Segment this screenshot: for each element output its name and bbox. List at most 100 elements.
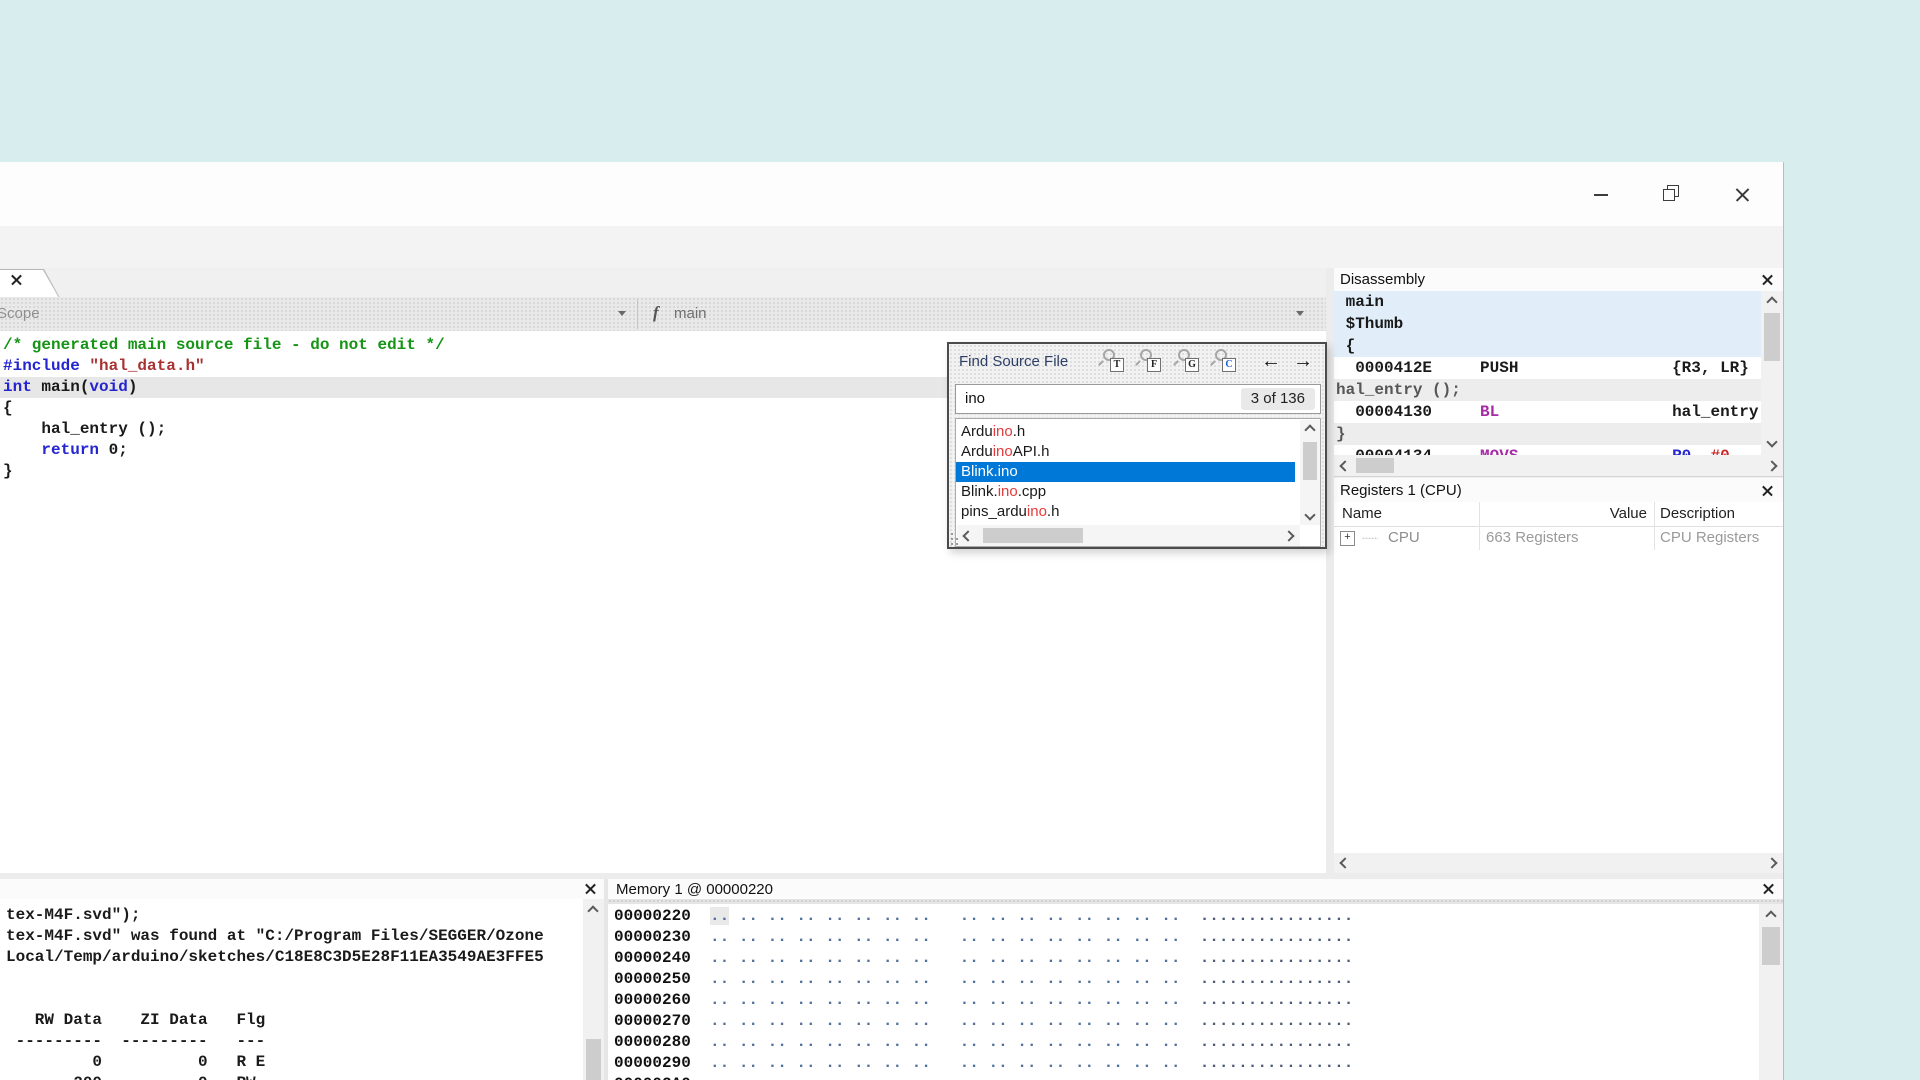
search-result-item[interactable]: Blink.ino (956, 462, 1295, 482)
close-window-button[interactable] (1727, 179, 1757, 209)
disassembly-line[interactable]: 0000412E PUSH {R3, LR} (1334, 357, 1761, 379)
scroll-down-icon[interactable] (1766, 436, 1777, 447)
search-result-item[interactable]: Blink.ino.cpp (956, 482, 1295, 502)
console-close-button[interactable] (585, 883, 596, 894)
next-match-button[interactable]: → (1293, 350, 1313, 372)
memory-row[interactable]: 00000270 .. .. .. .. .. .. .. .. .. .. .… (614, 1011, 1759, 1032)
search-file-button[interactable]: F (1137, 349, 1161, 373)
column-value[interactable]: Value (1479, 505, 1647, 522)
scroll-thumb[interactable] (1762, 927, 1780, 965)
scroll-down-icon[interactable] (1304, 509, 1315, 520)
console-line[interactable]: 0 0 R E (6, 1052, 583, 1073)
scroll-right-icon[interactable] (1766, 857, 1777, 868)
scope-bar: Scope f main (0, 297, 1326, 332)
disassembly-close-button[interactable] (1762, 274, 1773, 285)
results-hscrollbar[interactable] (957, 525, 1300, 546)
scroll-thumb[interactable] (1303, 442, 1317, 480)
previous-match-button[interactable]: ← (1261, 350, 1281, 372)
scroll-right-icon[interactable] (1766, 460, 1777, 471)
scope-dropdown-icon[interactable] (618, 311, 626, 316)
memory-row[interactable]: 00000220 .. .. .. .. .. .. .. .. .. .. .… (614, 906, 1759, 927)
register-value: 663 Registers (1486, 529, 1579, 546)
console-line[interactable]: tex-M4F.svd"); (6, 905, 583, 926)
memory-row[interactable]: 00000250 .. .. .. .. .. .. .. .. .. .. .… (614, 969, 1759, 990)
function-name: main (674, 305, 707, 322)
minimize-icon (1594, 194, 1608, 196)
register-name: CPU (1388, 529, 1420, 546)
memory-close-button[interactable] (1763, 883, 1774, 894)
results-vscrollbar[interactable] (1300, 420, 1320, 525)
vertical-splitter[interactable] (1326, 268, 1334, 873)
console-line[interactable]: --------- --------- --- (6, 1031, 583, 1052)
registers-row-cpu[interactable]: + CPU 663 Registers CPU Registers (1334, 526, 1783, 550)
column-name[interactable]: Name (1342, 505, 1382, 522)
function-dropdown-icon[interactable] (1296, 311, 1304, 316)
scroll-up-icon[interactable] (1765, 910, 1776, 921)
disassembly-line[interactable]: main (1334, 291, 1761, 313)
close-icon (1735, 187, 1750, 202)
scroll-thumb[interactable] (1356, 458, 1394, 473)
memory-row[interactable]: 00000240 .. .. .. .. .. .. .. .. .. .. .… (614, 948, 1759, 969)
search-result-item[interactable]: Arduino.h (956, 422, 1295, 442)
scroll-thumb[interactable] (586, 1039, 601, 1080)
console-vscrollbar[interactable] (583, 899, 604, 1080)
disassembly-line[interactable]: $Thumb (1334, 313, 1761, 335)
disassembly-vscrollbar[interactable] (1761, 291, 1783, 455)
registers-panel: Name Value Description + CPU 663 Registe… (1334, 502, 1783, 853)
register-description: CPU Registers (1660, 529, 1759, 546)
search-result-item[interactable]: ArduinoAPI.h (956, 442, 1295, 462)
console-line[interactable]: tex-M4F.svd" was found at "C:/Program Fi… (6, 926, 583, 947)
disassembly-line[interactable]: 00004134 MOVS R0, #0 (1334, 445, 1761, 455)
console-line[interactable]: RW Data ZI Data Flg (6, 1010, 583, 1031)
scroll-up-icon[interactable] (587, 905, 598, 916)
disassembly-panel[interactable]: main $Thumb { 0000412E PUSH {R3, LR}hal_… (1334, 291, 1783, 455)
scroll-right-icon[interactable] (1283, 530, 1294, 541)
search-input[interactable]: ino 3 of 136 (955, 384, 1321, 414)
scroll-left-icon[interactable] (1339, 460, 1350, 471)
disassembly-hscrollbar[interactable] (1334, 455, 1783, 477)
registers-close-button[interactable] (1762, 485, 1773, 496)
disassembly-title: Disassembly (1340, 271, 1425, 288)
scroll-thumb[interactable] (983, 528, 1083, 543)
memory-panel[interactable]: 00000220 .. .. .. .. .. .. .. .. .. .. .… (608, 904, 1759, 1080)
console-line[interactable] (6, 989, 583, 1010)
disassembly-line[interactable]: } (1334, 423, 1761, 445)
column-description[interactable]: Description (1660, 505, 1735, 522)
console-line[interactable]: Local/Temp/arduino/sketches/C18E8C3D5E28… (6, 947, 583, 968)
memory-row[interactable]: 00000290 .. .. .. .. .. .. .. .. .. .. .… (614, 1053, 1759, 1074)
function-icon: f (653, 303, 659, 323)
console-panel[interactable]: tex-M4F.svd");tex-M4F.svd" was found at … (0, 899, 583, 1080)
search-global-button[interactable]: G (1175, 349, 1199, 373)
restore-button[interactable] (1655, 179, 1685, 209)
resize-grip[interactable] (951, 533, 961, 547)
toolbar (0, 226, 1783, 269)
registers-hscrollbar[interactable] (1334, 853, 1783, 873)
minimize-button[interactable] (1586, 179, 1616, 209)
memory-row[interactable]: 00000280 .. .. .. .. .. .. .. .. .. .. .… (614, 1032, 1759, 1053)
find-source-file-dialog: Find Source File T F G C ← → ino 3 of 13… (947, 342, 1327, 549)
scroll-up-icon[interactable] (1766, 296, 1777, 307)
dialog-title: Find Source File (959, 353, 1068, 370)
console-line[interactable] (6, 968, 583, 989)
scroll-left-icon[interactable] (1339, 857, 1350, 868)
scope-label: Scope (0, 305, 40, 322)
search-code-button[interactable]: C (1212, 349, 1236, 373)
expand-icon[interactable]: + (1340, 531, 1355, 546)
memory-row[interactable]: 00000260 .. .. .. .. .. .. .. .. .. .. .… (614, 990, 1759, 1011)
search-type-button[interactable]: T (1100, 349, 1124, 373)
memory-vscrollbar[interactable] (1759, 904, 1783, 1080)
editor-tab-strip (0, 268, 1326, 298)
scroll-left-icon[interactable] (962, 530, 973, 541)
search-results-list[interactable]: Arduino.hArduinoAPI.hBlink.inoBlink.ino.… (955, 418, 1321, 547)
registers-column-header[interactable]: Name Value Description (1334, 502, 1783, 527)
search-result-item[interactable]: pins_arduino.h (956, 502, 1295, 522)
console-line[interactable]: 200 0 RW (6, 1073, 583, 1080)
scroll-up-icon[interactable] (1304, 424, 1315, 435)
memory-row[interactable]: 00000230 .. .. .. .. .. .. .. .. .. .. .… (614, 927, 1759, 948)
disassembly-line[interactable]: hal_entry (); (1334, 379, 1761, 401)
desktop: Scope f main /* generated main source fi… (0, 0, 1920, 1080)
memory-row[interactable]: 000002A0 .. .. .. .. .. .. .. .. .. .. .… (614, 1074, 1759, 1080)
scroll-thumb[interactable] (1764, 313, 1780, 361)
disassembly-line[interactable]: 00004130 BL hal_entry (1334, 401, 1761, 423)
disassembly-line[interactable]: { (1334, 335, 1761, 357)
